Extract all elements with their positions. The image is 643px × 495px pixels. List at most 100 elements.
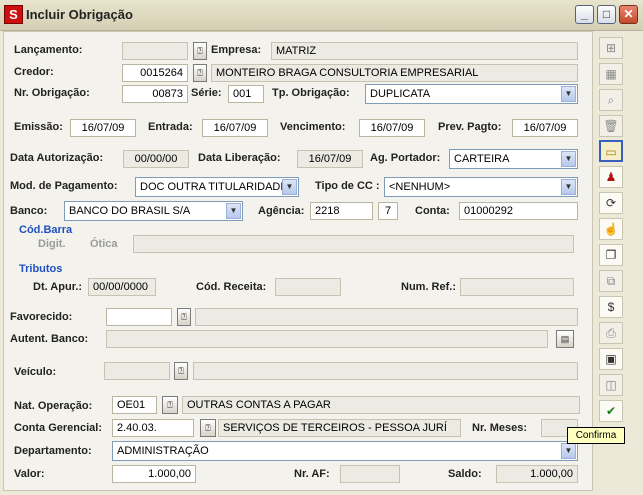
conta-gerencial-lookup-icon[interactable]: ⍰ (200, 419, 216, 437)
chevron-down-icon[interactable]: ▼ (561, 443, 576, 459)
tipo-cc-value: <NENHUM> (389, 181, 451, 193)
nr-meses-label: Nr. Meses: (472, 422, 528, 434)
ag-portador-select[interactable]: CARTEIRA ▼ (449, 149, 578, 169)
nat-operacao-label: Nat. Operação: (14, 400, 93, 412)
data-liberacao-field: 16/07/09 (297, 150, 363, 168)
conta-label: Conta: (415, 205, 450, 217)
banco-select[interactable]: BANCO DO BRASIL S/A ▼ (64, 201, 243, 221)
duplicate-icon[interactable]: ⧉ (599, 270, 623, 292)
cod-receita-label: Cód. Receita: (196, 281, 267, 293)
nat-operacao-code-field[interactable]: OE01 (112, 396, 157, 414)
folder-open-icon[interactable]: ▭ (599, 140, 623, 162)
ag-portador-label: Ag. Portador: (370, 152, 441, 164)
digit-option[interactable]: Digit. (38, 238, 66, 250)
calculator-icon[interactable]: ▣ (599, 348, 623, 370)
credor-name-field: MONTEIRO BRAGA CONSULTORIA EMPRESARIAL (211, 64, 578, 82)
window-title: Incluir Obrigação (26, 7, 133, 22)
tp-obrigacao-select[interactable]: DUPLICATA ▼ (365, 84, 578, 104)
table-icon[interactable]: ▦ (599, 63, 623, 85)
nr-obrigacao-field[interactable]: 00873 (122, 85, 188, 103)
title-bar: S Incluir Obrigação _ □ ✕ (0, 0, 643, 31)
num-ref-label: Num. Ref.: (401, 281, 456, 293)
favorecido-label: Favorecido: (10, 311, 73, 323)
tp-obrigacao-value: DUPLICATA (370, 88, 431, 100)
prev-pagto-label: Prev. Pagto: (438, 121, 502, 133)
favorecido-lookup-icon[interactable]: ⍰ (177, 308, 191, 326)
nat-operacao-name-field: OUTRAS CONTAS A PAGAR (182, 396, 580, 414)
print-icon[interactable]: ⎙ (599, 322, 623, 344)
cod-barra-heading: Cód.Barra (19, 224, 73, 236)
tributos-heading: Tributos (19, 263, 63, 275)
valor-label: Valor: (14, 468, 45, 480)
copy-icon[interactable]: ❐ (599, 244, 623, 266)
emissao-field[interactable]: 16/07/09 (70, 119, 136, 137)
thumbs-up-icon[interactable]: ☝ (599, 218, 623, 240)
credor-label: Credor: (14, 66, 54, 78)
nr-obrigacao-label: Nr. Obrigação: (14, 87, 90, 99)
data-autorizacao-field: 00/00/00 (123, 150, 189, 168)
vencimento-field[interactable]: 16/07/09 (359, 119, 425, 137)
nat-operacao-lookup-icon[interactable]: ⍰ (162, 396, 178, 414)
favorecido-name-field (195, 308, 578, 326)
chevron-down-icon[interactable]: ▼ (561, 179, 576, 195)
close-button[interactable]: ✕ (619, 5, 638, 24)
conta-gerencial-code-field[interactable]: 2.40.03. (112, 419, 194, 437)
chevron-down-icon[interactable]: ▼ (226, 203, 241, 219)
chevron-down-icon[interactable]: ▼ (561, 151, 576, 167)
empresa-label: Empresa: (211, 44, 262, 56)
num-ref-field[interactable] (460, 278, 574, 296)
tp-obrigacao-label: Tp. Obrigação: (272, 87, 350, 99)
tipo-cc-label: Tipo de CC : (315, 180, 380, 192)
tipo-cc-select[interactable]: <NENHUM> ▼ (384, 177, 578, 197)
empresa-field[interactable]: MATRIZ (271, 42, 578, 60)
nr-af-field[interactable] (340, 465, 400, 483)
saldo-field: 1.000,00 (496, 465, 578, 483)
autent-banco-label: Autent. Banco: (10, 333, 89, 345)
lancamento-lookup-icon[interactable]: ⍰ (193, 42, 207, 60)
veiculo-name-field (193, 362, 578, 380)
emissao-label: Emissão: (14, 121, 63, 133)
favorecido-code-field[interactable] (106, 308, 172, 326)
mod-pagamento-value: DOC OUTRA TITULARIDADE (140, 181, 288, 193)
maximize-button[interactable]: □ (597, 5, 616, 24)
cod-barra-field (133, 235, 574, 253)
layers-icon[interactable]: ◫ (599, 374, 623, 396)
valor-field[interactable]: 1.000,00 (112, 465, 196, 483)
conta-gerencial-name-field: SERVIÇOS DE TERCEIROS - PESSOA JURÍ (218, 419, 461, 437)
user-icon[interactable]: ♟ (599, 166, 623, 188)
entrada-label: Entrada: (148, 121, 193, 133)
serie-label: Série: (191, 87, 222, 99)
lancamento-field[interactable] (122, 42, 188, 60)
conta-field[interactable]: 01000292 (459, 202, 578, 220)
departamento-value: ADMINISTRAÇÃO (117, 445, 209, 457)
chevron-down-icon[interactable]: ▼ (282, 179, 297, 195)
banco-label: Banco: (10, 205, 48, 217)
otica-option[interactable]: Ótica (90, 238, 118, 250)
departamento-select[interactable]: ADMINISTRAÇÃO ▼ (112, 441, 578, 461)
insert-row-icon[interactable]: ⊞ (599, 37, 623, 59)
data-liberacao-label: Data Liberação: (198, 152, 281, 164)
mod-pagamento-select[interactable]: DOC OUTRA TITULARIDADE ▼ (135, 177, 299, 197)
cod-receita-field[interactable] (275, 278, 341, 296)
chevron-down-icon[interactable]: ▼ (561, 86, 576, 102)
prev-pagto-field[interactable]: 16/07/09 (512, 119, 578, 137)
agencia-field[interactable]: 2218 (310, 202, 373, 220)
printer-icon[interactable]: ▤ (556, 330, 574, 348)
autent-banco-field (106, 330, 548, 348)
agencia-dv-field[interactable]: 7 (378, 202, 398, 220)
ag-portador-value: CARTEIRA (454, 153, 510, 165)
dt-apur-field[interactable]: 00/00/0000 (88, 278, 156, 296)
entrada-field[interactable]: 16/07/09 (202, 119, 268, 137)
preview-icon[interactable]: ⌕ (599, 89, 623, 111)
credor-code-field[interactable]: 0015264 (122, 64, 188, 82)
veiculo-code-field[interactable] (104, 362, 170, 380)
delete-icon[interactable]: 🗑 (599, 115, 623, 137)
minimize-button[interactable]: _ (575, 5, 594, 24)
agencia-label: Agência: (258, 205, 305, 217)
refresh-icon[interactable]: ⟳ (599, 192, 623, 214)
money-bag-icon[interactable]: $ (599, 296, 623, 318)
credor-lookup-icon[interactable]: ⍰ (193, 64, 207, 82)
serie-field[interactable]: 001 (228, 85, 264, 103)
veiculo-lookup-icon[interactable]: ⍰ (174, 362, 188, 380)
confirm-check-icon[interactable]: ✔ (599, 400, 623, 422)
